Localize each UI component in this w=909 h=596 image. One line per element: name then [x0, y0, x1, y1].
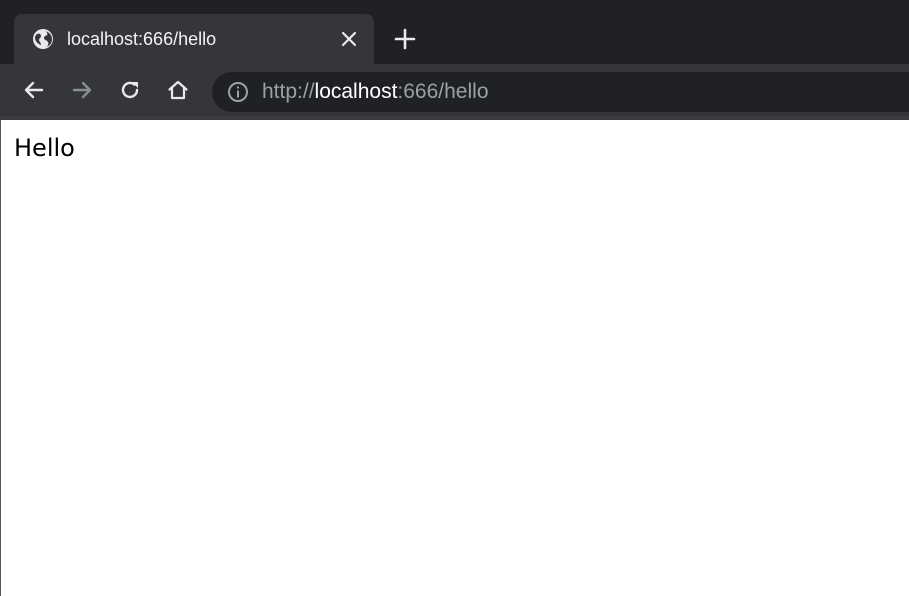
- home-button[interactable]: [166, 78, 190, 102]
- tab-title: localhost:666/hello: [67, 29, 217, 49]
- close-tab-icon[interactable]: [339, 29, 359, 49]
- url-host: localhost: [314, 80, 398, 103]
- address-bar[interactable]: http://localhost:666/hello: [212, 72, 909, 112]
- active-tab[interactable]: localhost:666/hello: [14, 14, 374, 64]
- reload-button[interactable]: [118, 78, 142, 102]
- tab-strip: localhost:666/hello: [0, 0, 909, 64]
- url-text[interactable]: http://localhost:666/hello: [262, 80, 489, 104]
- home-icon: [168, 80, 188, 100]
- new-tab-button[interactable]: [393, 27, 417, 51]
- page-text: Hello: [14, 134, 75, 162]
- arrow-right-icon: [72, 81, 92, 99]
- info-icon[interactable]: [227, 81, 249, 103]
- page-content: Hello: [0, 120, 909, 596]
- url-path: :666/hello: [397, 80, 489, 103]
- globe-icon: [32, 28, 54, 50]
- forward-button[interactable]: [70, 78, 94, 102]
- reload-icon: [121, 81, 139, 99]
- arrow-left-icon: [24, 81, 44, 99]
- toolbar: http://localhost:666/hello: [0, 64, 909, 116]
- url-scheme: http://: [262, 80, 315, 103]
- back-button[interactable]: [22, 78, 46, 102]
- browser-window: localhost:666/hello http://localhost:666…: [0, 0, 909, 596]
